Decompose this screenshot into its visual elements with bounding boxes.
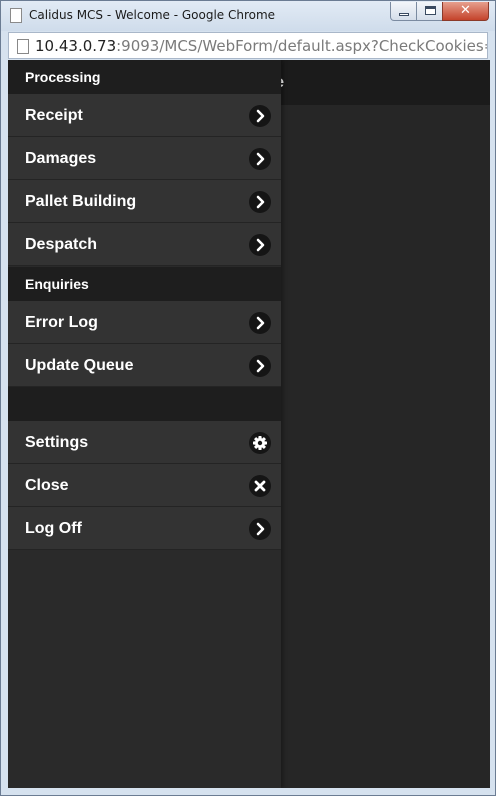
chevron-right-icon bbox=[249, 148, 271, 170]
menu-item-label: Damages bbox=[25, 150, 97, 167]
page-viewport: Welcome Processing Receipt Damages Palle… bbox=[8, 60, 490, 788]
menu-item-receipt[interactable]: Receipt bbox=[8, 94, 281, 137]
chevron-right-icon bbox=[249, 105, 271, 127]
url-text: 10.43.0.73:9093/MCS/WebForm/default.aspx… bbox=[35, 37, 488, 55]
menu-heading-enquiries: Enquiries bbox=[8, 267, 281, 301]
close-icon bbox=[249, 475, 271, 497]
maximize-button[interactable] bbox=[416, 2, 443, 21]
chevron-right-icon bbox=[249, 234, 271, 256]
page-icon bbox=[10, 8, 22, 23]
page-icon bbox=[17, 39, 29, 54]
menu-item-log-off[interactable]: Log Off bbox=[8, 507, 281, 550]
menu-item-settings[interactable]: Settings bbox=[8, 421, 281, 464]
menu-item-damages[interactable]: Damages bbox=[8, 137, 281, 180]
chevron-right-icon bbox=[249, 312, 271, 334]
close-window-button[interactable] bbox=[442, 2, 489, 21]
menu-item-close[interactable]: Close bbox=[8, 464, 281, 507]
menu-item-label: Pallet Building bbox=[25, 193, 137, 210]
menu-item-label: Despatch bbox=[25, 236, 98, 253]
browser-window: Calidus MCS - Welcome - Google Chrome 10… bbox=[0, 0, 496, 796]
url-path: :9093/MCS/WebForm/default.aspx?CheckCook… bbox=[116, 37, 488, 55]
minimize-button[interactable] bbox=[390, 2, 417, 21]
menu-item-despatch[interactable]: Despatch bbox=[8, 223, 281, 266]
menu-divider bbox=[8, 387, 281, 421]
address-bar[interactable]: 10.43.0.73:9093/MCS/WebForm/default.aspx… bbox=[8, 32, 488, 59]
gear-icon bbox=[249, 432, 271, 454]
window-title: Calidus MCS - Welcome - Google Chrome bbox=[29, 8, 276, 22]
chevron-right-icon bbox=[249, 355, 271, 377]
side-menu-panel: Processing Receipt Damages Pallet Buildi… bbox=[8, 60, 281, 788]
menu-item-label: Receipt bbox=[25, 107, 83, 124]
menu-item-error-log[interactable]: Error Log bbox=[8, 301, 281, 344]
menu-item-label: Log Off bbox=[25, 520, 82, 537]
url-host: 10.43.0.73 bbox=[35, 37, 117, 55]
menu-heading-processing: Processing bbox=[8, 60, 281, 94]
menu-item-update-queue[interactable]: Update Queue bbox=[8, 344, 281, 387]
chevron-right-icon bbox=[249, 518, 271, 540]
menu-item-label: Close bbox=[25, 477, 69, 494]
menu-item-pallet-building[interactable]: Pallet Building bbox=[8, 180, 281, 223]
menu-item-label: Update Queue bbox=[25, 357, 134, 374]
menu-item-label: Settings bbox=[25, 434, 89, 451]
title-bar: Calidus MCS - Welcome - Google Chrome bbox=[1, 1, 495, 31]
chevron-right-icon bbox=[249, 191, 271, 213]
menu-item-label: Error Log bbox=[25, 314, 98, 331]
